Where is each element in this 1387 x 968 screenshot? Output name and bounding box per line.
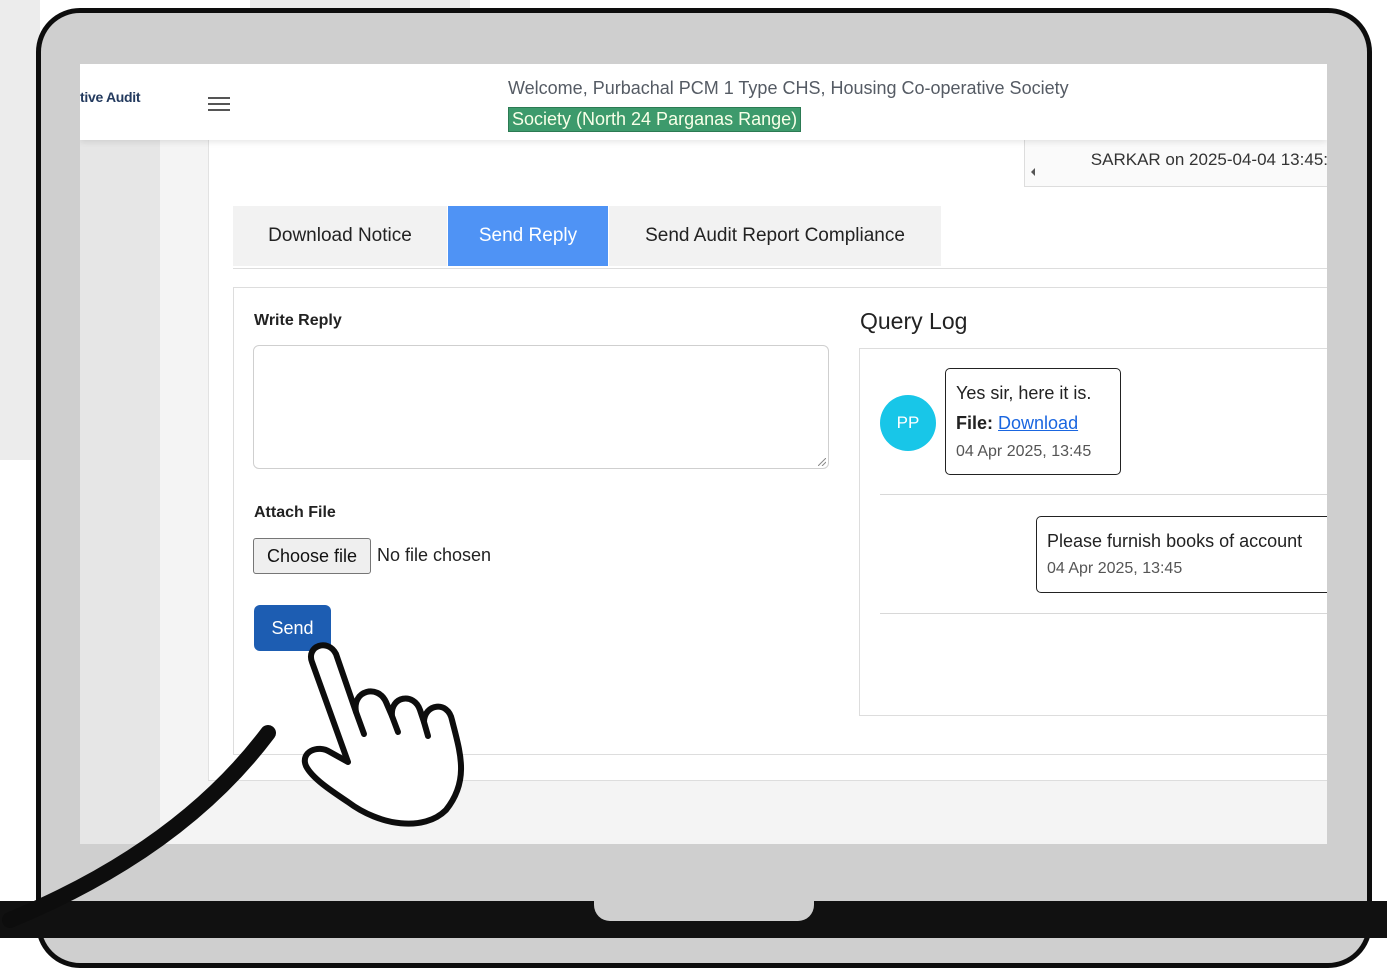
attach-file-label: Attach File <box>254 504 336 521</box>
query-log-title: Query Log <box>860 308 968 334</box>
laptop-screen: tive Audit Welcome, Purbachal PCM 1 Type… <box>80 64 1327 844</box>
scroll-left-arrow-icon[interactable] <box>1031 168 1035 176</box>
top-navbar: tive Audit Welcome, Purbachal PCM 1 Type… <box>80 64 1327 140</box>
reply-textarea[interactable] <box>253 345 829 469</box>
card-bottom-border <box>208 780 1327 781</box>
range-badge: Society (North 24 Parganas Range) <box>508 107 802 132</box>
send-button[interactable]: Send <box>254 605 331 651</box>
tab-send-audit-report-compliance[interactable]: Send Audit Report Compliance <box>609 206 941 266</box>
message-file-row: File: Download <box>956 413 1078 434</box>
no-file-chosen-text: No file chosen <box>377 545 492 565</box>
tab-download-notice[interactable]: Download Notice <box>233 206 447 266</box>
tab-bar: Download Notice Send Reply Send Audit Re… <box>233 206 1327 269</box>
message-bubble-reply: Yes sir, here it is. File: Download 04 A… <box>945 368 1121 475</box>
choose-file-button[interactable]: Choose file <box>253 538 371 574</box>
brand-text[interactable]: tive Audit <box>80 89 141 105</box>
welcome-text: Welcome, Purbachal PCM 1 Type CHS, Housi… <box>508 78 1069 98</box>
log-entry-preview: SARKAR on 2025-04-04 13:45: <box>1090 150 1327 169</box>
message-timestamp: 04 Apr 2025, 13:45 <box>1047 560 1183 577</box>
write-reply-label: Write Reply <box>254 312 342 329</box>
file-label: File: <box>956 413 994 433</box>
download-link[interactable]: Download <box>998 413 1078 433</box>
background-stripe-left <box>0 0 40 460</box>
message-divider <box>880 494 1327 495</box>
message-timestamp: 04 Apr 2025, 13:45 <box>956 443 1092 460</box>
message-text: Yes sir, here it is. <box>956 383 1092 403</box>
tab-send-reply[interactable]: Send Reply <box>448 206 608 266</box>
message-text: Please furnish books of account <box>1047 531 1303 551</box>
message-bubble-query: Please furnish books of account 04 Apr 2… <box>1036 516 1327 593</box>
laptop-notch <box>594 897 814 921</box>
hamburger-menu-icon[interactable] <box>208 97 230 112</box>
log-scroll-area[interactable]: SARKAR on 2025-04-04 13:45: <box>1024 140 1327 187</box>
message-divider <box>880 613 1327 614</box>
sidebar <box>80 140 160 844</box>
resize-grip-icon[interactable] <box>818 458 826 466</box>
avatar: PP <box>880 395 936 451</box>
